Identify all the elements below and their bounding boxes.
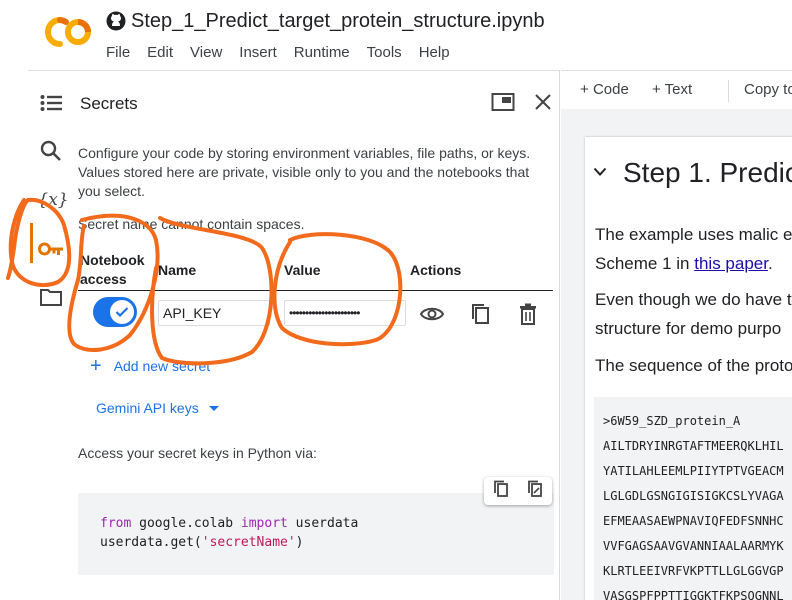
app-header: Step_1_Predict_target_protein_structure.… [0,0,792,70]
notebook-toolbar: + Code + Text Copy to [561,71,792,109]
copy-snippet-icon[interactable] [493,480,509,503]
column-header-name: Name [158,262,197,278]
panel-title: Secrets [80,94,138,113]
gemini-api-keys-dropdown[interactable]: Gemini API keys [96,400,219,416]
cell-heading: Step 1. Predic [623,157,792,188]
code-snippet: from google.colab import userdata userda… [78,493,554,575]
secrets-description: Configure your code by storing environme… [78,145,531,199]
column-header-access-line1: Notebook [80,252,145,268]
search-icon[interactable] [38,138,64,164]
code-string: 'secretName' [201,535,296,550]
delete-icon[interactable] [516,302,540,326]
code-call: userdata.get( [100,535,202,550]
toggle-knob [110,300,134,324]
sequence-line: VVFGAGSAAVGVANNIAALAARMYK [603,539,784,553]
close-icon[interactable] [530,89,556,115]
snippet-actions [484,477,552,505]
github-icon[interactable] [106,11,126,31]
table-of-contents-icon[interactable] [38,90,64,116]
paragraph-1-line-2: Scheme 1 in this paper. [595,254,773,274]
paper-link[interactable]: this paper [694,254,768,273]
folder-icon[interactable] [38,284,64,310]
sequence-line: LGLGDLGSNGIGISIGKCSLYVAGA [603,489,784,503]
menu-view[interactable]: View [190,44,222,61]
paragraph-1-text: Scheme 1 in [595,254,695,273]
paragraph-2-line-1: Even though we do have t [595,290,792,309]
toolbar-divider [728,80,729,102]
variables-icon[interactable]: {x} [37,187,68,213]
code-paren: ) [295,535,304,550]
menu-file[interactable]: File [106,44,130,61]
notebook-area: + Code + Text Copy to Step 1. Predic The… [561,70,792,600]
plus-icon: + [652,81,665,98]
sequence-line: VASGSPFPPTTIGGKTFKPSQGNNL [603,589,784,600]
open-in-tab-icon[interactable] [490,89,516,115]
menu-runtime[interactable]: Runtime [294,44,350,61]
secret-value-input[interactable]: •••••••••••••••••••••• [284,300,406,326]
check-icon [115,307,129,318]
sequence-line: >6W59_SZD_protein_A [603,414,741,428]
notebook-access-toggle[interactable] [93,297,137,327]
code-module: google.colab [131,516,241,531]
menu-help[interactable]: Help [419,44,450,61]
add-code-label: Code [592,81,629,98]
colab-logo[interactable] [44,14,92,50]
code-keyword-import: import [240,516,288,531]
add-text-button[interactable]: + Text [652,81,692,98]
column-header-actions: Actions [410,262,462,278]
sequence-line: YATILAHLEEMLPIIYTPTVGEACM [603,464,784,478]
code-line-1: from google.colab import userdata [100,516,358,531]
sequence-line: KLRTLEEIVRFVKPTTLLGLGGVGP [603,564,784,578]
table-divider [78,290,553,291]
paragraph-3-line-1: The sequence of the proto [595,356,792,375]
visibility-icon[interactable] [420,302,444,326]
chevron-down-icon[interactable] [593,167,607,177]
add-code-button[interactable]: + Code [580,81,629,98]
secrets-panel: Secrets Configure your code by storing e… [66,70,560,600]
menu-insert[interactable]: Insert [239,44,277,61]
sequence-line: EFMEAASAEWPNAVIQFEDFSNNHC [603,514,784,528]
secret-name-input[interactable]: API_KEY [158,300,270,326]
paragraph-2-line-2: structure for demo purpo [595,319,782,338]
column-header-value: Value [284,262,321,278]
add-new-secret-label: Add new secret [113,358,211,374]
secrets-note: Secret name cannot contain spaces. [78,216,305,232]
add-text-label: Text [664,81,693,98]
notebook-title[interactable]: Step_1_Predict_target_protein_structure.… [131,10,545,33]
code-import-name: userdata [287,516,359,531]
text-cell[interactable]: Step 1. Predic The example uses malic e … [585,137,792,600]
menu-tools[interactable]: Tools [367,44,402,61]
paragraph-1-suffix: . [767,254,773,273]
menu-edit[interactable]: Edit [147,44,173,61]
paragraph-1-line-1: The example uses malic e [595,225,792,244]
column-header-access-line2: access [80,271,127,287]
add-new-secret-button[interactable]: + Add new secret [90,355,211,377]
code-line-2: userdata.get('secretName') [100,535,304,550]
code-keyword-from: from [100,516,132,531]
copy-to-drive-button[interactable]: Copy to [744,81,792,98]
caret-down-icon [208,405,219,411]
sequence-line: AILTDRYINRGTAFTMEERQKLHIL [603,439,784,453]
menu-bar: File Edit View Insert Runtime Tools Help [106,44,467,61]
copy-icon[interactable] [468,302,492,326]
plus-icon: + [580,81,593,98]
gemini-api-keys-label: Gemini API keys [96,400,199,416]
key-icon[interactable] [38,236,64,262]
insert-snippet-icon[interactable] [527,480,543,503]
plus-icon: + [90,355,102,377]
sequence-block: >6W59_SZD_protein_A AILTDRYINRGTAFTMEERQ… [594,397,792,600]
active-indicator [30,223,33,263]
column-header-access: Notebook access [80,251,145,289]
access-instructions: Access your secret keys in Python via: [78,445,317,461]
